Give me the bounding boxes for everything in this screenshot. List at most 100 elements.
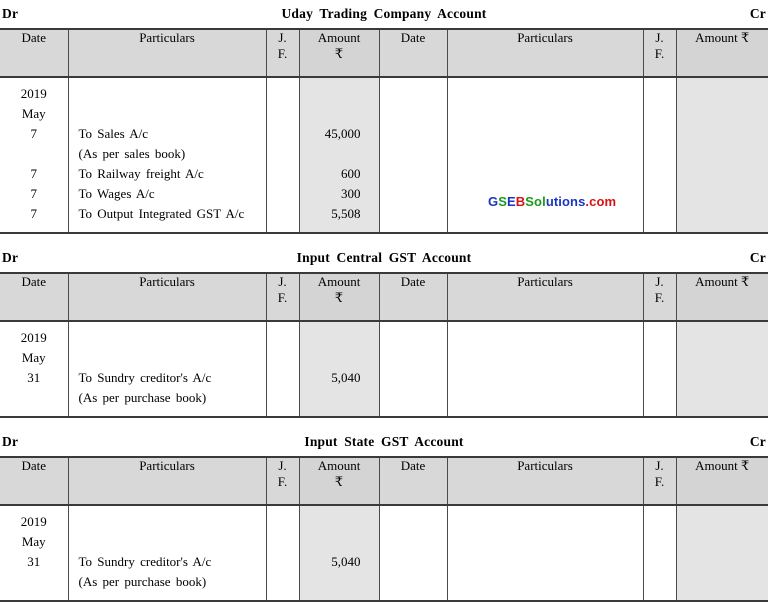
debit-date-cell: 2019May31 [0, 321, 68, 417]
credit-date-lines [380, 322, 447, 416]
cell-line: May [6, 532, 62, 552]
credit-date-cell [379, 505, 447, 601]
table-header-row: Date Particulars J. F. Amount ₹ Date Par… [0, 273, 768, 321]
debit-amount-lines: 5,040 [300, 506, 379, 600]
header-date-credit: Date [379, 29, 447, 77]
account-title: Input State GST Account [18, 428, 750, 456]
cell-line: 7 [6, 204, 62, 224]
cell-line [273, 204, 293, 224]
cell-line: May [6, 104, 62, 124]
header-amount-credit: Amount ₹ [676, 273, 768, 321]
cell-line [650, 328, 670, 348]
ledger-spacer [0, 234, 768, 244]
cell-line [683, 144, 763, 164]
cell-line [650, 204, 670, 224]
cell-line [683, 84, 763, 104]
credit-jf-lines [644, 506, 676, 600]
cell-line [273, 512, 293, 532]
cell-line [273, 368, 293, 388]
cell-line [386, 572, 441, 592]
header-particulars-credit: Particulars [447, 273, 643, 321]
cell-line [273, 144, 293, 164]
debit-particulars-lines: To Sales A/c(As per sales book)To Railwa… [69, 78, 266, 232]
credit-particulars-cell [447, 505, 643, 601]
debit-jf-cell [266, 77, 299, 233]
cell-line [454, 84, 637, 104]
cell-line [683, 532, 763, 552]
header-particulars-debit: Particulars [68, 29, 266, 77]
cell-line: 600 [306, 164, 373, 184]
cell-line: 5,508 [306, 204, 373, 224]
debit-side-label: Dr [2, 428, 18, 456]
credit-side-label: Cr [750, 428, 766, 456]
cell-line [683, 124, 763, 144]
cell-line [386, 368, 441, 388]
header-particulars-debit: Particulars [68, 457, 266, 505]
cell-line: 2019 [6, 328, 62, 348]
cell-line: 7 [6, 124, 62, 144]
credit-amount-lines [677, 322, 768, 416]
cell-line [386, 552, 441, 572]
watermark-part-domain: .com [585, 194, 616, 209]
cell-line [454, 552, 637, 572]
header-jf-debit: J. F. [266, 273, 299, 321]
header-particulars-credit: Particulars [447, 457, 643, 505]
header-date-debit: Date [0, 29, 68, 77]
cell-line: 2019 [6, 512, 62, 532]
credit-amount-cell [676, 321, 768, 417]
cell-line [6, 388, 62, 408]
debit-date-lines: 2019May7 777 [0, 78, 68, 232]
header-date-credit: Date [379, 457, 447, 505]
cell-line [650, 388, 670, 408]
header-jf-line2: F. [267, 46, 299, 62]
cell-line [650, 368, 670, 388]
header-amount-line1: Amount [300, 30, 379, 46]
credit-amount-lines [677, 78, 768, 232]
ledger-block-1: Dr Input Central GST Account Cr Date Par… [0, 244, 768, 418]
cell-line [386, 144, 441, 164]
ledger-caption-1: Dr Input Central GST Account Cr [0, 244, 768, 272]
cell-line [273, 348, 293, 368]
cell-line [386, 512, 441, 532]
ledger-caption-0: Dr Uday Trading Company Account Cr [0, 0, 768, 28]
cell-line [650, 532, 670, 552]
debit-particulars-cell: To Sales A/c(As per sales book)To Railwa… [68, 77, 266, 233]
cell-line [650, 144, 670, 164]
table-row: 2019May7 777 To Sales A/c(As per sales b… [0, 77, 768, 233]
cell-line: 5,040 [306, 368, 373, 388]
debit-particulars-cell: To Sundry creditor's A/c(As per purchase… [68, 505, 266, 601]
watermark-part-s: S [498, 194, 507, 209]
cell-line: To Output Integrated GST A/c [75, 204, 260, 224]
credit-jf-cell [643, 505, 676, 601]
cell-line: May [6, 348, 62, 368]
credit-side-label: Cr [750, 0, 766, 28]
cell-line [650, 512, 670, 532]
header-jf-credit-line2: F. [644, 46, 676, 62]
header-jf-debit: J. F. [266, 457, 299, 505]
debit-particulars-cell: To Sundry creditor's A/c(As per purchase… [68, 321, 266, 417]
header-amount-currency: ₹ [300, 46, 379, 62]
cell-line [386, 348, 441, 368]
cell-line [306, 572, 373, 592]
debit-jf-cell [266, 321, 299, 417]
header-amount-credit: Amount ₹ [676, 29, 768, 77]
cell-line [683, 388, 763, 408]
cell-line: To Sales A/c [75, 124, 260, 144]
debit-particulars-lines: To Sundry creditor's A/c(As per purchase… [69, 506, 266, 600]
header-amount-currency: ₹ [300, 474, 379, 490]
cell-line [683, 104, 763, 124]
cell-line [454, 388, 637, 408]
cell-line [454, 124, 637, 144]
ledger-caption-2: Dr Input State GST Account Cr [0, 428, 768, 456]
cell-line [683, 328, 763, 348]
ledger-table-1: Date Particulars J. F. Amount ₹ Date Par… [0, 272, 768, 418]
cell-line: (As per sales book) [75, 144, 260, 164]
cell-line [306, 144, 373, 164]
debit-amount-lines: 45,000 6003005,508 [300, 78, 379, 232]
ledger-spacer [0, 418, 768, 428]
credit-date-lines [380, 78, 447, 232]
header-amount-line1: Amount [300, 458, 379, 474]
cell-line: 300 [306, 184, 373, 204]
cell-line [683, 368, 763, 388]
cell-line [273, 184, 293, 204]
